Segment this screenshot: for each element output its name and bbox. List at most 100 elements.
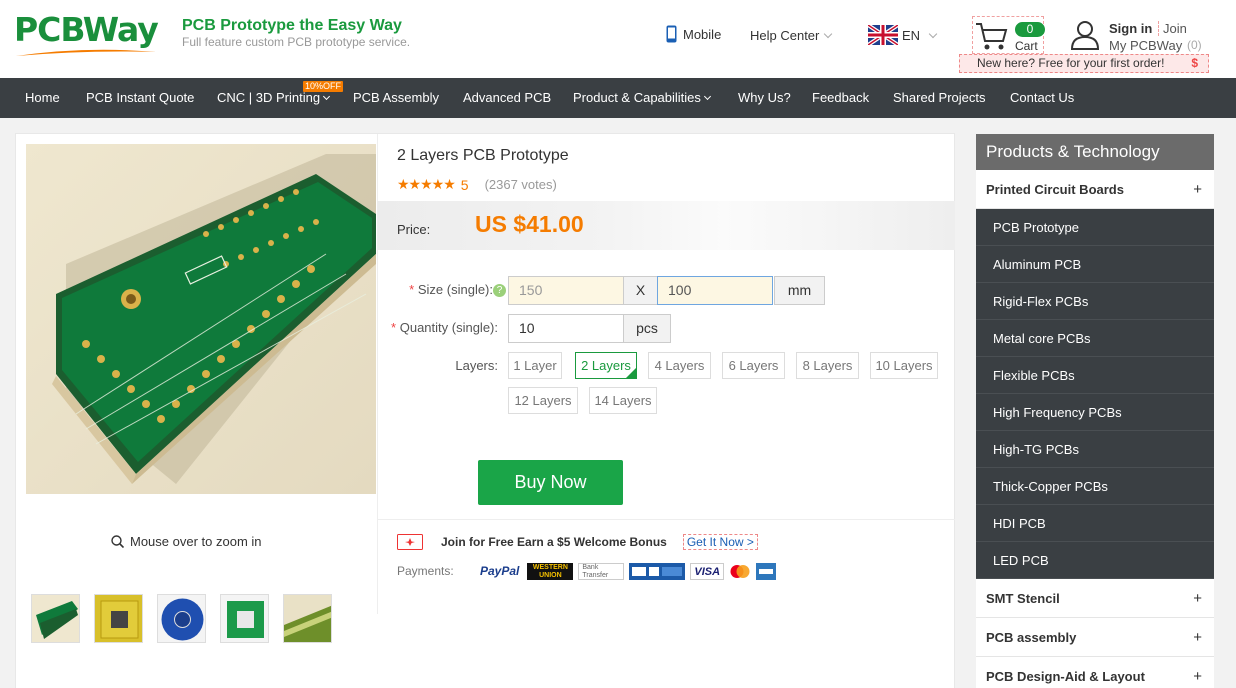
quantity-input[interactable]: 10 (508, 314, 624, 343)
expand-plus-icon[interactable]: + (1193, 170, 1202, 209)
sidebar-item-flexible-pcbs[interactable]: Flexible PCBs (976, 357, 1214, 394)
thumbnail-1[interactable] (31, 594, 80, 643)
product-image[interactable] (26, 144, 376, 494)
selected-check-icon (625, 367, 637, 379)
thumbnail-image (284, 595, 331, 642)
nav-item-shared-projects[interactable]: Shared Projects (893, 78, 986, 118)
payment-logos: PayPal WESTERN UNION Bank Transfer VISA (477, 563, 777, 580)
join-link[interactable]: Join (1158, 21, 1187, 36)
sidebar-title: Products & Technology (976, 134, 1214, 170)
price-value: US $41.00 (475, 211, 584, 237)
nav-item-home[interactable]: Home (25, 78, 60, 118)
nav-item-pcb-assembly[interactable]: PCB Assembly (353, 78, 439, 118)
sidebar-item-led-pcb[interactable]: LED PCB (976, 542, 1214, 579)
layer-option-12[interactable]: 12 Layers (508, 387, 578, 414)
thumbnail-5[interactable] (283, 594, 332, 643)
tagline-title: PCB Prototype the Easy Way (182, 17, 402, 34)
sidebar-item-thick-copper-pcbs[interactable]: Thick-Copper PCBs (976, 468, 1214, 505)
expand-plus-icon[interactable]: + (1193, 618, 1202, 657)
nav-item-feedback[interactable]: Feedback (812, 78, 869, 118)
mobile-link[interactable]: Mobile (666, 25, 721, 43)
western-union-icon: WESTERN UNION (527, 563, 574, 580)
sidebar-item-high-frequency-pcbs[interactable]: High Frequency PCBs (976, 394, 1214, 431)
rating-value: 5 (460, 176, 469, 193)
price-bar: Price: US $41.00 (377, 201, 955, 250)
mastercard-icon (730, 565, 750, 578)
my-pcbway-link[interactable]: My PCBWay (1109, 38, 1182, 53)
mobile-phone-icon (666, 25, 677, 43)
my-pcbway-count: (0) (1187, 38, 1202, 52)
expand-plus-icon[interactable]: + (1193, 579, 1202, 618)
layer-option-10[interactable]: 10 Layers (870, 352, 938, 379)
layer-option-2-selected[interactable]: 2 Layers (575, 352, 637, 379)
language-label: EN (902, 27, 921, 43)
sidebar-item-metal-core-pcbs[interactable]: Metal core PCBs (976, 320, 1214, 357)
nav-item-contact-us[interactable]: Contact Us (1010, 78, 1074, 118)
chevron-down-icon (703, 92, 711, 101)
thumbnail-3[interactable] (157, 594, 206, 643)
expand-plus-icon[interactable]: + (1193, 657, 1202, 688)
help-icon[interactable]: ? (493, 284, 506, 298)
sidebar-item-rigid-flex-pcbs[interactable]: Rigid-Flex PCBs (976, 283, 1214, 320)
star-rating-icon: ★★★★★ (397, 176, 456, 192)
get-it-now-link[interactable]: Get It Now > (682, 534, 758, 550)
visa-icon: VISA (690, 563, 725, 580)
logo-wordmark: PCBWay (14, 10, 159, 49)
votes-count: (2367 votes) (484, 177, 557, 192)
welcome-bonus-text: Join for Free Earn a $5 Welcome Bonus (441, 535, 667, 549)
products-sidebar: Products & Technology Printed Circuit Bo… (976, 134, 1214, 688)
thumbnail-image (221, 595, 268, 642)
nav-item-pcb-instant-quote[interactable]: PCB Instant Quote (86, 78, 194, 118)
mobile-label: Mobile (683, 26, 722, 42)
logo-swoosh-icon (16, 49, 156, 56)
layer-option-1[interactable]: 1 Layer (508, 352, 562, 379)
new-user-promo-text: New here? Free for your first order! (977, 56, 1165, 70)
cart-button[interactable]: 0 Cart (972, 16, 1045, 54)
thumbnail-image (95, 595, 142, 642)
help-center-dropdown[interactable]: Help Center (750, 28, 833, 43)
sidebar-category-pcb-assembly[interactable]: PCB assembly + (976, 618, 1214, 657)
nav-item-cnc-3d-printing[interactable]: CNC | 3D Printing 10%OFF (217, 78, 344, 118)
magnifier-icon (111, 535, 124, 548)
thumbnail-image (158, 595, 205, 642)
user-icon[interactable] (1070, 20, 1100, 50)
buy-now-button[interactable]: Buy Now (478, 460, 623, 505)
layer-option-14[interactable]: 14 Layers (589, 387, 657, 414)
layer-option-6[interactable]: 6 Layers (722, 352, 785, 379)
sidebar-item-hdi-pcb[interactable]: HDI PCB (976, 505, 1214, 542)
layer-option-4[interactable]: 4 Layers (648, 352, 711, 379)
help-center-label: Help Center (750, 28, 820, 43)
main-nav: Home PCB Instant Quote CNC | 3D Printing… (0, 78, 1236, 118)
layer-option-8[interactable]: 8 Layers (796, 352, 859, 379)
sidebar-category-pcb-design-aid[interactable]: PCB Design-Aid & Layout + (976, 657, 1214, 688)
tagline-subtitle: Full feature custom PCB prototype servic… (182, 35, 411, 49)
sidebar-item-pcb-prototype[interactable]: PCB Prototype (976, 209, 1214, 246)
american-express-icon (756, 563, 777, 580)
chevron-down-icon (928, 29, 938, 38)
pcbway-logo[interactable]: PCBWay (14, 10, 159, 56)
sidebar-item-aluminum-pcb[interactable]: Aluminum PCB (976, 246, 1214, 283)
thumbnail-strip (31, 594, 332, 643)
shopping-cart-icon (976, 23, 1008, 50)
thumbnail-2[interactable] (94, 594, 143, 643)
tagline: PCB Prototype the Easy Way Full feature … (182, 16, 410, 50)
chevron-down-icon (824, 29, 833, 39)
paypal-icon: PayPal (480, 564, 520, 578)
size-height-input[interactable]: 100 (657, 276, 773, 305)
sidebar-category-smt-stencil[interactable]: SMT Stencil + (976, 579, 1214, 618)
cart-count-badge: 0 (1015, 22, 1045, 37)
sidebar-category-printed-circuit-boards[interactable]: Printed Circuit Boards + (976, 170, 1214, 209)
thumbnail-4[interactable] (220, 594, 269, 643)
size-unit: mm (774, 276, 825, 305)
sign-in-link[interactable]: Sign in (1109, 21, 1152, 36)
sidebar-item-high-tg-pcbs[interactable]: High-TG PCBs (976, 431, 1214, 468)
nav-item-product-capabilities[interactable]: Product & Capabilities (573, 78, 711, 118)
size-label: * Size (single):? (391, 282, 506, 298)
language-dropdown[interactable]: EN (868, 25, 938, 45)
cart-label: Cart (1015, 39, 1038, 53)
nav-item-why-us[interactable]: Why Us? (738, 78, 791, 118)
nav-item-advanced-pcb[interactable]: Advanced PCB (463, 78, 551, 118)
size-width-input[interactable]: 150 (508, 276, 624, 305)
section-divider (377, 519, 955, 520)
new-user-promo-banner[interactable]: New here? Free for your first order! $ (959, 54, 1209, 73)
